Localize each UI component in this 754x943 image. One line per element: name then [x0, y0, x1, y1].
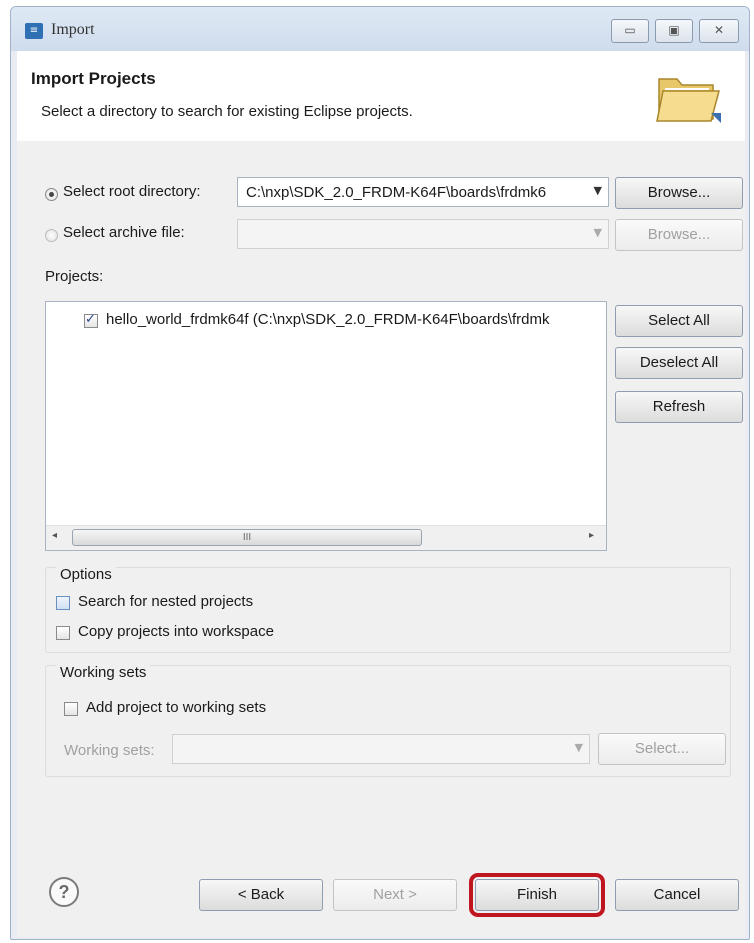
folder-icon — [656, 78, 721, 123]
add-working-sets-checkbox[interactable] — [64, 702, 78, 716]
wizard-header: Import Projects Select a directory to se… — [17, 51, 745, 142]
deselect-all-button[interactable]: Deselect All — [615, 347, 743, 379]
scrollbar-thumb[interactable]: III — [72, 529, 422, 546]
wizard-content: Select root directory: C:\nxp\SDK_2.0_FR… — [17, 141, 745, 937]
page-title: Import Projects — [31, 69, 156, 88]
next-button[interactable]: Next > — [333, 879, 457, 911]
refresh-button[interactable]: Refresh — [615, 391, 743, 423]
working-sets-group: Working sets Add project to working sets… — [45, 664, 731, 777]
archive-file-label[interactable]: Select archive file: — [63, 224, 185, 241]
root-directory-combo[interactable]: C:\nxp\SDK_2.0_FRDM-K64F\boards\frdmk6 ▼ — [237, 177, 609, 207]
back-button[interactable]: < Back — [199, 879, 323, 911]
archive-file-combo[interactable]: ▼ — [237, 219, 609, 249]
scroll-right-icon[interactable]: ▸ — [589, 530, 594, 541]
project-item-label[interactable]: hello_world_frdmk64f (C:\nxp\SDK_2.0_FRD… — [106, 311, 606, 328]
cancel-button[interactable]: Cancel — [615, 879, 739, 911]
help-icon[interactable]: ? — [49, 877, 79, 907]
maximize-button[interactable]: ▣ — [655, 19, 693, 43]
working-sets-combo[interactable]: ▼ — [172, 734, 590, 764]
options-group: Options Search for nested projects Copy … — [45, 566, 731, 653]
eclipse-dialog-icon: ≡ — [25, 23, 43, 39]
horizontal-scrollbar[interactable]: ◂ III ▸ — [46, 525, 606, 550]
close-button[interactable]: ✕ — [699, 19, 739, 43]
copy-projects-label[interactable]: Copy projects into workspace — [78, 623, 274, 640]
root-directory-radio[interactable] — [45, 188, 58, 201]
select-all-button[interactable]: Select All — [615, 305, 743, 337]
projects-list[interactable]: hello_world_frdmk64f (C:\nxp\SDK_2.0_FRD… — [45, 301, 607, 551]
search-nested-label[interactable]: Search for nested projects — [78, 593, 253, 610]
projects-label: Projects: — [45, 268, 104, 285]
dropdown-arrow-icon[interactable]: ▼ — [594, 184, 602, 197]
working-sets-title: Working sets — [56, 664, 151, 681]
working-sets-label: Working sets: — [64, 742, 155, 759]
finish-button[interactable]: Finish — [469, 873, 605, 917]
browse-archive-button[interactable]: Browse... — [615, 219, 743, 251]
copy-projects-checkbox[interactable] — [56, 626, 70, 640]
root-directory-value: C:\nxp\SDK_2.0_FRDM-K64F\boards\frdmk6 — [246, 184, 547, 201]
dropdown-arrow-icon[interactable]: ▼ — [594, 226, 602, 239]
title-bar[interactable]: ≡ Import ▭ ▣ ✕ — [11, 7, 749, 51]
root-directory-label[interactable]: Select root directory: — [63, 183, 201, 200]
page-description: Select a directory to search for existin… — [41, 103, 413, 120]
project-checkbox[interactable] — [84, 312, 98, 328]
minimize-button[interactable]: ▭ — [611, 19, 649, 43]
browse-directory-button[interactable]: Browse... — [615, 177, 743, 209]
dropdown-arrow-icon[interactable]: ▼ — [575, 741, 583, 754]
import-dialog: ≡ Import ▭ ▣ ✕ Import Projects Select a … — [10, 6, 750, 940]
options-title: Options — [56, 566, 116, 583]
search-nested-checkbox[interactable] — [56, 596, 70, 610]
select-working-sets-button[interactable]: Select... — [598, 733, 726, 765]
scroll-left-icon[interactable]: ◂ — [52, 530, 57, 541]
window-title: Import — [51, 21, 95, 38]
archive-file-radio[interactable] — [45, 229, 58, 242]
add-working-sets-label[interactable]: Add project to working sets — [86, 699, 266, 716]
